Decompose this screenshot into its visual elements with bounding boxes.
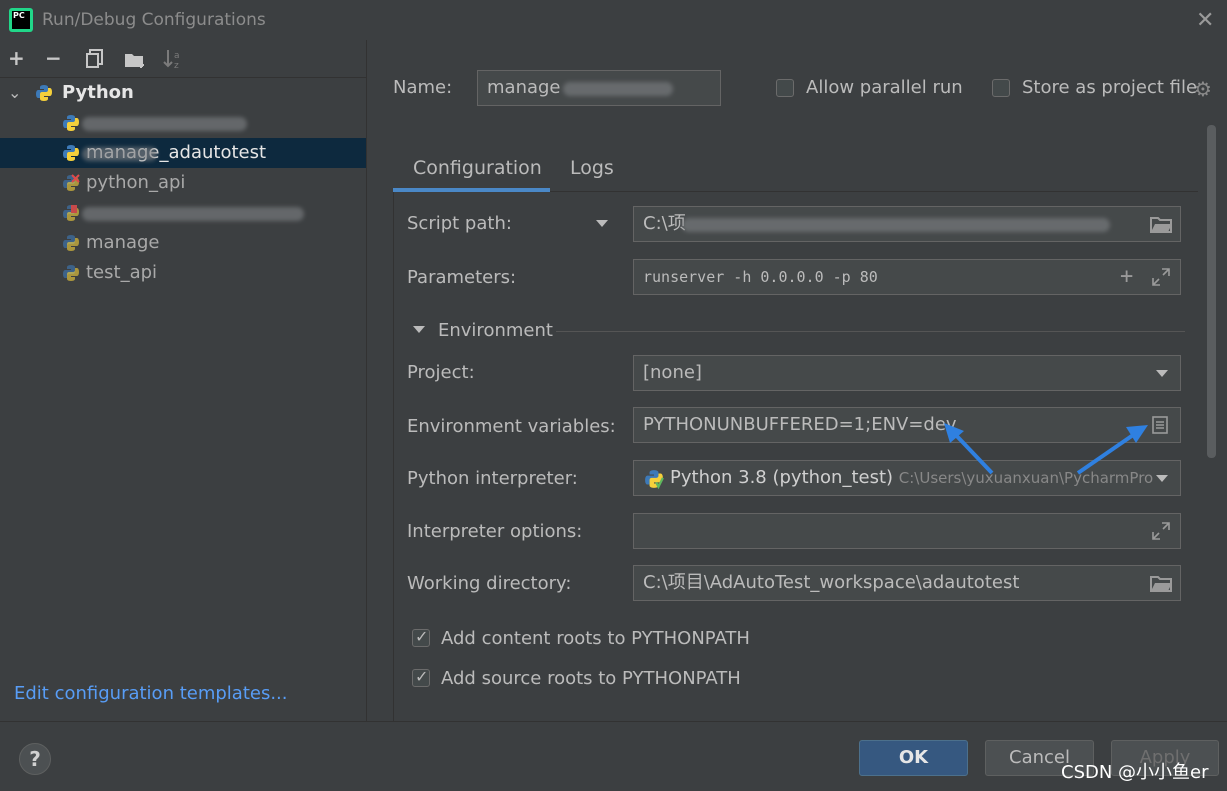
project-label: Project:: [407, 362, 475, 383]
interpreter-options-field[interactable]: [633, 513, 1181, 549]
python-icon: [36, 85, 52, 101]
pycharm-logo-icon: PC: [9, 8, 33, 32]
redaction-overlay: [563, 82, 673, 96]
edit-configuration-templates-link[interactable]: Edit configuration templates...: [14, 683, 288, 704]
python-icon: [63, 235, 79, 251]
name-field[interactable]: manage: [477, 70, 721, 106]
allow-parallel-label: Allow parallel run: [806, 77, 963, 98]
redacted-label: [82, 207, 304, 221]
remove-icon[interactable]: −: [45, 46, 62, 70]
environment-section-title: Environment: [438, 320, 553, 341]
tree-root-label: Python: [62, 82, 134, 103]
redaction-overlay: [82, 147, 157, 161]
project-value: [none]: [643, 362, 702, 383]
arrow-to-env-edit-icon: [1076, 425, 1148, 475]
tree-item[interactable]: test_api: [0, 258, 366, 288]
tree-item[interactable]: [0, 198, 366, 228]
folder-icon[interactable]: [1150, 574, 1172, 592]
interpreter-options-label: Interpreter options:: [407, 521, 583, 542]
chevron-down-icon[interactable]: [1156, 370, 1168, 377]
gear-icon[interactable]: ⚙: [1194, 79, 1212, 99]
env-vars-label: Environment variables:: [407, 416, 616, 437]
expand-icon[interactable]: [1152, 522, 1170, 540]
parameters-field[interactable]: runserver -h 0.0.0.0 -p 80 +: [633, 259, 1181, 295]
python-icon: [63, 145, 79, 161]
redacted-label: [82, 117, 247, 131]
working-directory-label: Working directory:: [407, 573, 572, 594]
new-folder-icon[interactable]: [124, 50, 148, 70]
store-project-file-checkbox[interactable]: [992, 79, 1010, 97]
section-divider: [556, 331, 1185, 332]
source-roots-label: Add source roots to PYTHONPATH: [441, 668, 741, 689]
title-bar: PC Run/Debug Configurations ✕: [0, 0, 1227, 40]
expand-icon[interactable]: [1152, 268, 1170, 286]
arrow-to-env-value: [944, 423, 994, 475]
python-error-icon: [63, 174, 80, 191]
python-icon: [63, 115, 79, 131]
tab-configuration[interactable]: Configuration: [413, 157, 542, 179]
name-value: manage: [487, 77, 561, 98]
interpreter-label: Python interpreter:: [407, 468, 578, 489]
tree-item-label: python_api: [86, 172, 186, 193]
chevron-down-icon[interactable]: [413, 326, 425, 333]
tab-logs[interactable]: Logs: [570, 157, 614, 179]
script-path-value: C:\项: [643, 213, 686, 234]
folder-icon[interactable]: [1150, 215, 1172, 233]
annotation-arrows: [944, 423, 1148, 475]
python-icon: [63, 265, 79, 281]
script-path-field[interactable]: C:\项: [633, 206, 1181, 242]
tree-item[interactable]: python_api: [0, 168, 366, 198]
svg-text:z: z: [174, 61, 179, 70]
vertical-scrollbar[interactable]: [1207, 125, 1216, 458]
add-icon[interactable]: +: [1120, 260, 1133, 294]
copy-icon[interactable]: [86, 49, 104, 69]
interpreter-value: Python 3.8 (python_test): [670, 467, 894, 488]
name-label: Name:: [393, 77, 453, 98]
env-vars-value: PYTHONUNBUFFERED=1;ENV=dev: [643, 414, 957, 435]
content-roots-label: Add content roots to PYTHONPATH: [441, 628, 750, 649]
redaction-overlay: [682, 218, 1110, 232]
source-roots-checkbox[interactable]: [412, 667, 430, 687]
chevron-down-icon[interactable]: ⌄: [8, 78, 21, 108]
tree-item[interactable]: [0, 108, 366, 138]
tree-item[interactable]: manage: [0, 228, 366, 258]
script-path-label: Script path:: [407, 213, 512, 234]
ok-button[interactable]: OK: [859, 740, 968, 776]
window-title: Run/Debug Configurations: [42, 10, 266, 30]
working-directory-field[interactable]: C:\项目\AdAutoTest_workspace\adautotest: [633, 565, 1181, 601]
close-icon[interactable]: ✕: [1196, 8, 1214, 33]
store-project-file-label: Store as project file: [1022, 77, 1198, 98]
watermark: CSDN @小小鱼er: [1061, 762, 1209, 783]
script-path-type-dropdown-icon[interactable]: [596, 220, 608, 227]
working-directory-value: C:\项目\AdAutoTest_workspace\adautotest: [643, 572, 1020, 593]
sort-icon[interactable]: az: [163, 48, 185, 71]
add-icon[interactable]: +: [8, 46, 25, 70]
content-roots-checkbox[interactable]: [412, 627, 430, 647]
python-error-icon: [63, 205, 79, 221]
help-button[interactable]: ?: [19, 743, 51, 775]
svg-text:a: a: [174, 51, 180, 61]
parameters-label: Parameters:: [407, 267, 517, 288]
parameters-value: runserver -h 0.0.0.0 -p 80: [643, 268, 878, 286]
project-select[interactable]: [none]: [633, 355, 1181, 391]
tree-item-label: manage: [86, 232, 160, 253]
allow-parallel-checkbox[interactable]: [776, 79, 794, 97]
python-interpreter-icon: [645, 470, 664, 489]
tree-item-selected[interactable]: manage_adautotest: [0, 138, 366, 168]
tree-root-python[interactable]: ⌄ Python: [0, 78, 366, 108]
tree-item-label: test_api: [86, 262, 158, 283]
